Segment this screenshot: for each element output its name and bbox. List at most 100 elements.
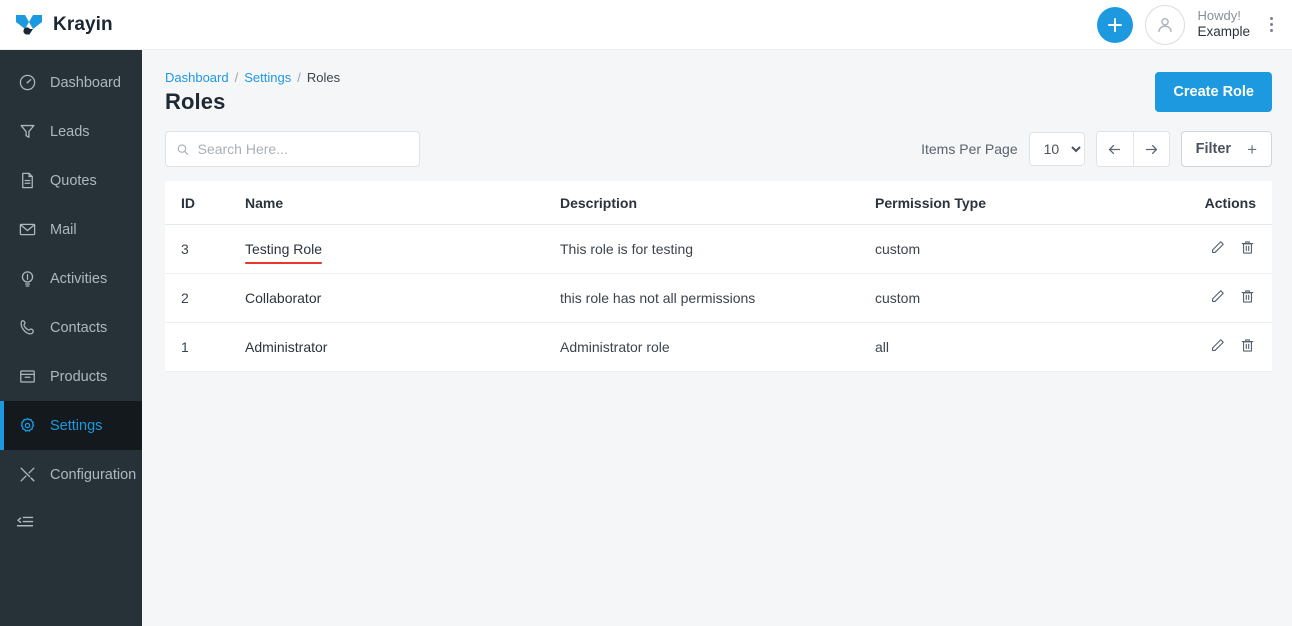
brand-logo-area[interactable]: Krayin	[0, 0, 142, 49]
table-row: 1 Administrator Administrator role all	[165, 322, 1272, 372]
sidebar-item-label: Configuration	[50, 466, 137, 483]
top-bar: Krayin Howdy! Example	[0, 0, 1292, 50]
arrow-left-icon	[1109, 144, 1121, 154]
phone-icon	[20, 320, 34, 335]
pencil-icon	[1211, 339, 1224, 352]
filter-label: Filter	[1195, 141, 1232, 157]
column-header-id: ID	[165, 181, 245, 225]
roles-table-card: ID Name Description Permission Type Acti…	[165, 181, 1272, 372]
next-page-button[interactable]	[1132, 132, 1169, 166]
role-name-link[interactable]: Testing Role	[245, 241, 323, 264]
menu-fold-icon	[16, 516, 34, 527]
cell-description: This role is for testing	[560, 224, 875, 274]
trash-icon	[1241, 339, 1254, 352]
main-content: Dashboard / Settings / Roles Roles Creat…	[142, 50, 1292, 626]
sidebar-item-label: Activities	[50, 270, 108, 287]
tools-icon	[20, 467, 35, 482]
sidebar-item-activities[interactable]: Activities	[0, 254, 142, 303]
sidebar: Dashboard Leads Quotes Mail Activities C…	[0, 50, 142, 626]
cell-actions	[1162, 224, 1272, 274]
role-name-link[interactable]: Collaborator	[245, 290, 321, 306]
user-name: Example	[1197, 24, 1250, 40]
delete-role-button[interactable]	[1239, 337, 1256, 354]
user-greeting[interactable]: Howdy! Example	[1197, 8, 1250, 41]
box-icon	[20, 370, 35, 383]
sidebar-item-label: Contacts	[50, 319, 108, 336]
cell-permission-type: custom	[875, 273, 1162, 323]
sidebar-item-label: Leads	[50, 123, 90, 140]
sidebar-item-leads[interactable]: Leads	[0, 107, 142, 156]
cell-name: Collaborator	[245, 273, 560, 323]
role-name-link[interactable]: Administrator	[245, 339, 327, 355]
lightbulb-icon	[21, 271, 34, 287]
cell-permission-type: custom	[875, 224, 1162, 274]
sidebar-item-label: Dashboard	[50, 74, 121, 91]
sidebar-item-dashboard[interactable]: Dashboard	[0, 58, 142, 107]
search-box[interactable]	[165, 131, 420, 167]
row-action-group	[1209, 337, 1256, 354]
delete-role-button[interactable]	[1239, 239, 1256, 256]
pencil-icon	[1211, 241, 1224, 254]
edit-role-button[interactable]	[1209, 337, 1226, 354]
row-action-group	[1209, 288, 1256, 305]
pagination-controls	[1095, 131, 1170, 167]
sidebar-item-label: Mail	[50, 221, 77, 238]
cell-description: this role has not all permissions	[560, 273, 875, 323]
page-title: Roles	[165, 89, 226, 114]
trash-icon	[1241, 241, 1254, 254]
pencil-icon	[1211, 290, 1224, 303]
app-root: Krayin Howdy! Example Dashboard Leads Qu…	[0, 0, 1292, 626]
column-header-actions: Actions	[1162, 181, 1272, 225]
sidebar-item-label: Products	[50, 368, 108, 385]
arrow-right-icon	[1145, 144, 1157, 154]
column-header-description: Description	[560, 181, 875, 225]
breadcrumb: Dashboard / Settings / Roles	[165, 70, 340, 85]
toolbar-right: Items Per Page 10 Filter +	[921, 131, 1272, 167]
cell-name: Testing Role	[245, 224, 560, 274]
previous-page-button[interactable]	[1096, 132, 1133, 166]
search-input[interactable]	[197, 141, 409, 157]
breadcrumb-item-roles: Roles	[306, 70, 341, 85]
breadcrumb-separator: /	[297, 70, 301, 85]
cell-actions	[1162, 322, 1272, 372]
breadcrumb-item-settings[interactable]: Settings	[244, 70, 291, 85]
avatar[interactable]	[1145, 4, 1186, 45]
sidebar-item-label: Settings	[50, 417, 103, 434]
filter-button[interactable]: Filter +	[1180, 131, 1272, 167]
cell-permission-type: all	[875, 322, 1162, 372]
sidebar-item-contacts[interactable]: Contacts	[0, 303, 142, 352]
vertical-dots-icon[interactable]	[1262, 10, 1280, 40]
table-body: 3 Testing Role This role is for testing …	[165, 224, 1272, 372]
delete-role-button[interactable]	[1239, 288, 1256, 305]
document-icon	[22, 172, 33, 189]
items-per-page-select[interactable]: 10	[1028, 132, 1085, 166]
sidebar-item-settings[interactable]: Settings	[0, 401, 142, 450]
sidebar-item-label: Quotes	[50, 172, 97, 189]
page-header-left: Dashboard / Settings / Roles Roles	[165, 70, 340, 115]
sidebar-item-products[interactable]: Products	[0, 352, 142, 401]
funnel-icon	[20, 124, 35, 138]
table-row: 3 Testing Role This role is for testing …	[165, 224, 1272, 274]
sidebar-item-mail[interactable]: Mail	[0, 205, 142, 254]
add-button[interactable]	[1097, 6, 1134, 43]
sidebar-item-configuration[interactable]: Configuration	[0, 450, 142, 499]
gear-icon	[20, 417, 35, 432]
table-header-row: ID Name Description Permission Type Acti…	[165, 181, 1272, 225]
items-per-page-label: Items Per Page	[921, 141, 1018, 157]
trash-icon	[1241, 290, 1254, 303]
dashboard-gauge-icon	[19, 74, 36, 91]
krayin-logo-icon	[16, 14, 42, 35]
breadcrumb-item-dashboard[interactable]: Dashboard	[165, 70, 229, 85]
user-avatar-icon	[1158, 17, 1173, 32]
edit-role-button[interactable]	[1209, 288, 1226, 305]
plus-icon: +	[1247, 139, 1257, 159]
page-header: Dashboard / Settings / Roles Roles Creat…	[165, 70, 1272, 115]
search-icon	[177, 143, 189, 155]
create-role-button[interactable]: Create Role	[1155, 72, 1272, 112]
sidebar-item-quotes[interactable]: Quotes	[0, 156, 142, 205]
sidebar-collapse-button[interactable]	[0, 499, 142, 545]
edit-role-button[interactable]	[1209, 239, 1226, 256]
top-bar-right: Howdy! Example	[1097, 4, 1292, 45]
cell-id: 1	[165, 322, 245, 372]
table-header: ID Name Description Permission Type Acti…	[165, 181, 1272, 225]
